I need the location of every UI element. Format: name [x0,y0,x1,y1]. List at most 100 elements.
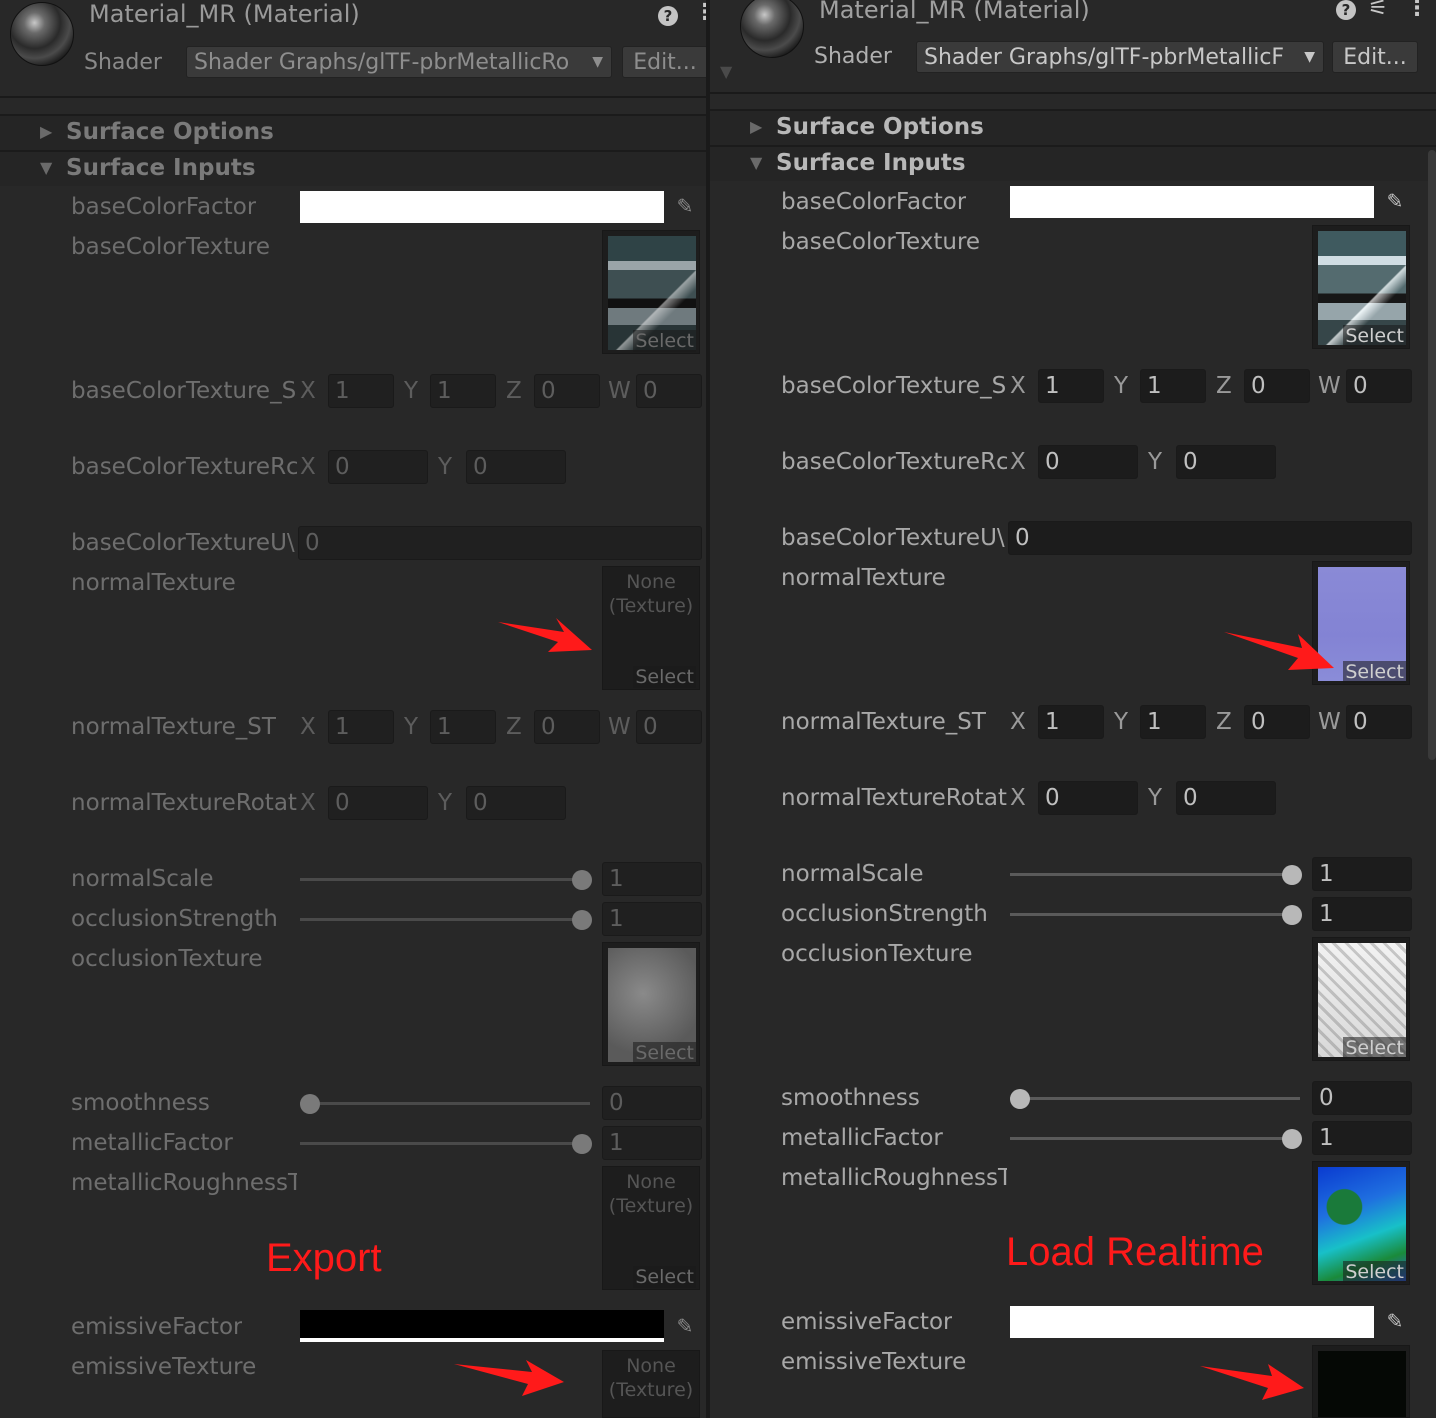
red-arrow-annotation [454,1360,564,1396]
shader-dropdown[interactable]: Shader Graphs/glTF-pbrMetallicF ▼ [916,41,1324,73]
slider-track[interactable] [1010,1137,1300,1140]
texture-select-button[interactable]: Select [633,1042,696,1064]
slider-track[interactable] [1010,873,1300,876]
value-field-metallicFactor[interactable]: 1 [602,1126,702,1160]
slider-track[interactable] [300,878,590,881]
kebab-menu-icon[interactable]: ⋮ [1406,0,1428,21]
st-y-field[interactable]: 1 [430,710,496,744]
uv-field[interactable]: 0 [298,526,702,560]
texture-select-button[interactable]: Select [1343,1037,1406,1059]
texture-slot-baseColorTexture[interactable]: Select [1312,225,1410,349]
st-w-field[interactable]: 0 [1346,705,1412,739]
st-x-field[interactable]: 1 [328,374,394,408]
section-surface-options[interactable]: ▶ Surface Options [0,114,706,150]
section-surface-options[interactable]: ▶ Surface Options [710,109,1436,145]
slider-knob-metallicFactor[interactable] [572,1134,592,1154]
st-y-field[interactable]: 1 [1140,705,1206,739]
prop-label-metallicFactor: metallicFactor [71,1130,233,1156]
slider-knob-normalScale[interactable] [1282,865,1302,885]
help-icon[interactable]: ? [658,6,678,26]
st-z-field[interactable]: 0 [534,710,600,744]
texture-select-button[interactable]: Select [1343,325,1406,347]
texture-slot-emissiveTexture[interactable]: None (Texture) [602,1350,700,1418]
slider-knob-smoothness[interactable] [300,1094,320,1114]
slider-track[interactable] [300,918,590,921]
rotation-x-field[interactable]: 0 [1038,445,1138,479]
prop-label-normalScale: normalScale [71,866,214,892]
value-field-normalScale[interactable]: 1 [1312,857,1412,891]
prop-label-baseColorTexture: baseColorTexture [71,234,271,260]
value-field-normalScale[interactable]: 1 [602,862,702,896]
slider-track[interactable] [1010,913,1300,916]
shader-dropdown[interactable]: Shader Graphs/glTF-pbrMetallicRo ▼ [186,46,612,78]
rotation-y-field[interactable]: 0 [466,786,566,820]
color-field-baseColorFactor[interactable] [300,191,664,223]
eyedropper-icon[interactable]: ✎ [1382,1309,1408,1335]
section-surface-inputs[interactable]: ▼ Surface Inputs [0,150,706,186]
prop-label-baseColorTexture_ST: baseColorTexture_S [71,378,297,404]
st-z-field[interactable]: 0 [534,374,600,408]
edit-shader-button[interactable]: Edit... [622,46,706,78]
preset-sliders-icon[interactable]: ⚟ [1368,0,1388,21]
value-field-metallicFactor[interactable]: 1 [1312,1121,1412,1155]
slider-knob-occlusionStrength[interactable] [1282,905,1302,925]
value-field-smoothness[interactable]: 0 [1312,1081,1412,1115]
rotation-y-field[interactable]: 0 [1176,781,1276,815]
none-line: None [626,1171,676,1193]
texture-select-button[interactable]: Select [633,1266,696,1288]
st-z-field[interactable]: 0 [1244,369,1310,403]
uv-field[interactable]: 0 [1008,521,1412,555]
st-w-field[interactable]: 0 [636,374,702,408]
slider-knob-metallicFactor[interactable] [1282,1129,1302,1149]
rotation-y-field[interactable]: 0 [1176,445,1276,479]
st-x-field[interactable]: 1 [1038,369,1104,403]
slider-track[interactable] [1010,1097,1300,1100]
st-x-field[interactable]: 1 [1038,705,1104,739]
material-title: Material_MR (Material) [819,0,1090,24]
value-field-occlusionStrength[interactable]: 1 [1312,897,1412,931]
texture-slot-normalTexture[interactable]: None (Texture) Select [602,566,700,690]
slider-knob-occlusionStrength[interactable] [572,910,592,930]
st-y-field[interactable]: 1 [430,374,496,408]
value-field-smoothness[interactable]: 0 [602,1086,702,1120]
color-field-emissiveFactor[interactable] [1010,1306,1374,1338]
texture-slot-metallicRoughnessTexture[interactable]: None (Texture) Select [602,1166,700,1290]
texture-slot-baseColorTexture[interactable]: Select [602,230,700,354]
st-w-field[interactable]: 0 [636,710,702,744]
st-w-field[interactable]: 0 [1346,369,1412,403]
texture-select-button[interactable]: Select [1343,1261,1406,1283]
rotation-y-field[interactable]: 0 [466,450,566,484]
slider-knob-normalScale[interactable] [572,870,592,890]
rotation-x-field[interactable]: 0 [1038,781,1138,815]
slider-track[interactable] [300,1142,590,1145]
eyedropper-icon[interactable]: ✎ [672,1314,698,1340]
slider-track[interactable] [300,1102,590,1105]
eyedropper-icon[interactable]: ✎ [672,194,698,220]
color-field-baseColorFactor[interactable] [1010,186,1374,218]
value-field-occlusionStrength[interactable]: 1 [602,902,702,936]
axis-label-y: Y [438,790,453,816]
color-field-emissiveFactor[interactable] [300,1310,664,1342]
texture-select-button[interactable]: Select [1343,661,1406,683]
collapse-triangle-icon[interactable]: ▼ [720,62,732,81]
rotation-x-field[interactable]: 0 [328,450,428,484]
scrollbar[interactable] [1428,150,1436,760]
rotation-x-field[interactable]: 0 [328,786,428,820]
texture-slot-occlusionTexture[interactable]: Select [1312,937,1410,1061]
help-icon[interactable]: ? [1336,0,1356,20]
texture-select-button[interactable]: Select [633,666,696,688]
st-z-field[interactable]: 0 [1244,705,1310,739]
kebab-menu-icon[interactable]: ⋮ [694,0,706,25]
texture-slot-emissiveTexture[interactable] [1312,1345,1410,1418]
st-x-field[interactable]: 1 [328,710,394,744]
section-label: Surface Inputs [66,155,256,181]
texture-slot-metallicRoughnessTexture[interactable]: Select [1312,1161,1410,1285]
texture-slot-occlusionTexture[interactable]: Select [602,942,700,1066]
edit-shader-button[interactable]: Edit... [1332,41,1418,73]
section-surface-inputs[interactable]: ▼ Surface Inputs [710,145,1436,181]
eyedropper-icon[interactable]: ✎ [1382,189,1408,215]
st-y-field[interactable]: 1 [1140,369,1206,403]
slider-knob-smoothness[interactable] [1010,1089,1030,1109]
texture-select-button[interactable]: Select [633,330,696,352]
axis-label-x: X [1010,709,1026,735]
